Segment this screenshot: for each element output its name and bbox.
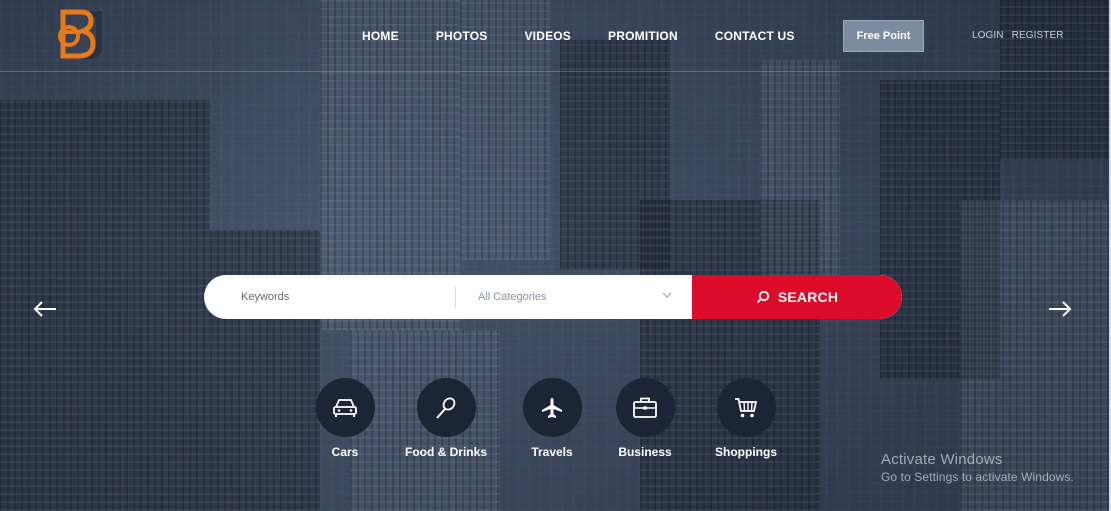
- nav-home[interactable]: HOME: [362, 29, 399, 43]
- windows-activation-watermark: Activate Windows Go to Settings to activ…: [881, 451, 1074, 484]
- briefcase-icon: [633, 397, 657, 418]
- category-label: Cars: [331, 445, 359, 459]
- watermark-subtitle: Go to Settings to activate Windows.: [881, 470, 1074, 484]
- category-shoppings[interactable]: Shoppings: [691, 378, 801, 459]
- category-circle: [716, 378, 776, 437]
- keywords-input[interactable]: [204, 275, 455, 319]
- next-slide-arrow-icon[interactable]: [1047, 298, 1073, 320]
- category-food-drinks[interactable]: Food & Drinks: [391, 378, 501, 459]
- category-select-value: All Categories: [478, 291, 547, 303]
- category-label: Business: [618, 445, 672, 459]
- auth-links: LOGIN REGISTER: [972, 30, 1064, 41]
- login-link[interactable]: LOGIN: [972, 30, 1004, 41]
- main-nav: HOME PHOTOS VIDEOS PROMITION CONTACT US: [345, 29, 832, 43]
- category-label: Shoppings: [715, 445, 777, 459]
- free-point-button[interactable]: Free Point: [843, 20, 924, 52]
- prev-slide-arrow-icon[interactable]: [32, 298, 58, 320]
- category-circle: [315, 378, 375, 437]
- category-circle: [615, 378, 675, 437]
- nav-videos[interactable]: VIDEOS: [524, 29, 571, 43]
- category-business[interactable]: Business: [590, 378, 700, 459]
- watermark-title: Activate Windows: [881, 451, 1003, 468]
- search-icon: [756, 290, 769, 304]
- category-label: Food & Drinks: [404, 445, 487, 459]
- site-logo[interactable]: [55, 6, 117, 64]
- search-bar: All Categories SEARCH: [204, 275, 902, 319]
- nav-photos[interactable]: PHOTOS: [436, 29, 488, 43]
- nav-contact-us[interactable]: CONTACT US: [715, 29, 795, 43]
- category-circle: [416, 378, 476, 437]
- search-button-label: SEARCH: [777, 289, 839, 305]
- register-link[interactable]: REGISTER: [1012, 30, 1064, 41]
- category-select[interactable]: All Categories: [456, 275, 692, 319]
- search-button[interactable]: SEARCH: [692, 275, 902, 319]
- food-icon: [436, 396, 456, 419]
- category-cars[interactable]: Cars: [290, 378, 400, 459]
- site-header: HOME PHOTOS VIDEOS PROMITION CONTACT US …: [0, 0, 1111, 72]
- cart-icon: [735, 397, 758, 417]
- car-icon: [333, 398, 357, 417]
- nav-promition[interactable]: PROMITION: [608, 29, 678, 43]
- chevron-down-icon: [662, 292, 672, 298]
- plane-icon: [542, 397, 562, 418]
- category-circle: [522, 378, 582, 437]
